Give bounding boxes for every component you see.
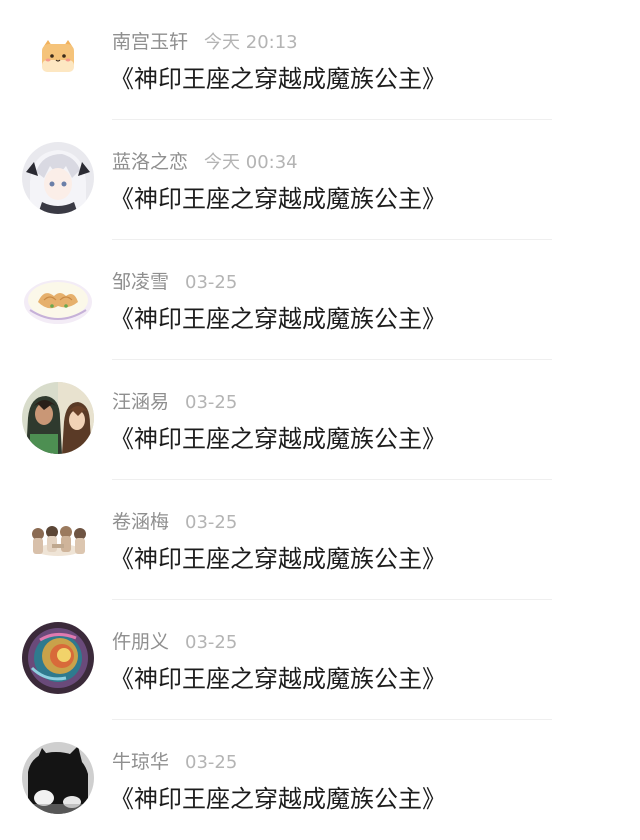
anime-girl-icon bbox=[22, 142, 94, 214]
message-list: 南宫玉轩 今天 20:13 《神印王座之穿越成魔族公主》 蓝洛之恋 今天 00:34… bbox=[0, 0, 640, 836]
message-item[interactable]: 南宫玉轩 今天 20:13 《神印王座之穿越成魔族公主》 bbox=[0, 0, 640, 120]
avatar[interactable] bbox=[22, 382, 94, 454]
avatar[interactable] bbox=[22, 262, 94, 334]
sender-name[interactable]: 蓝洛之恋 bbox=[112, 151, 188, 173]
cat-cartoon-icon bbox=[22, 22, 94, 94]
sender-name[interactable]: 汪涵易 bbox=[112, 391, 169, 413]
avatar[interactable] bbox=[22, 22, 94, 94]
tea-party-sketch-icon bbox=[22, 502, 94, 574]
message-meta: 仵朋义 03-25 bbox=[112, 626, 237, 658]
message-time: 03-25 bbox=[185, 752, 238, 773]
message-time: 03-25 bbox=[185, 272, 238, 293]
colorful-swirl-icon bbox=[22, 622, 94, 694]
message-item[interactable]: 仵朋义 03-25 《神印王座之穿越成魔族公主》 bbox=[0, 600, 640, 720]
message-text: 《神印王座之穿越成魔族公主》 bbox=[110, 425, 446, 453]
message-item[interactable]: 汪涵易 03-25 《神印王座之穿越成魔族公主》 bbox=[0, 360, 640, 480]
sender-name[interactable]: 仵朋义 bbox=[112, 631, 169, 653]
sender-name[interactable]: 卷涵梅 bbox=[112, 511, 169, 533]
message-time: 03-25 bbox=[185, 392, 238, 413]
sender-name[interactable]: 邹凌雪 bbox=[112, 271, 169, 293]
message-text: 《神印王座之穿越成魔族公主》 bbox=[110, 545, 446, 573]
sender-name[interactable]: 南宫玉轩 bbox=[112, 31, 188, 53]
message-text: 《神印王座之穿越成魔族公主》 bbox=[110, 785, 446, 813]
black-cat-icon bbox=[22, 742, 94, 814]
anime-duo-icon bbox=[22, 382, 94, 454]
message-item[interactable]: 邹凌雪 03-25 《神印王座之穿越成魔族公主》 bbox=[0, 240, 640, 360]
sender-name[interactable]: 牛琼华 bbox=[112, 751, 169, 773]
message-text: 《神印王座之穿越成魔族公主》 bbox=[110, 665, 446, 693]
avatar[interactable] bbox=[22, 742, 94, 814]
dumpling-plate-icon bbox=[22, 262, 94, 334]
avatar[interactable] bbox=[22, 622, 94, 694]
message-meta: 牛琼华 03-25 bbox=[112, 746, 237, 778]
message-meta: 南宫玉轩 今天 20:13 bbox=[112, 26, 298, 58]
message-text: 《神印王座之穿越成魔族公主》 bbox=[110, 65, 446, 93]
message-meta: 邹凌雪 03-25 bbox=[112, 266, 237, 298]
message-time: 03-25 bbox=[185, 632, 238, 653]
message-time: 今天 00:34 bbox=[204, 152, 298, 173]
message-text: 《神印王座之穿越成魔族公主》 bbox=[110, 185, 446, 213]
avatar[interactable] bbox=[22, 142, 94, 214]
message-meta: 蓝洛之恋 今天 00:34 bbox=[112, 146, 298, 178]
message-item[interactable]: 蓝洛之恋 今天 00:34 《神印王座之穿越成魔族公主》 bbox=[0, 120, 640, 240]
message-meta: 汪涵易 03-25 bbox=[112, 386, 237, 418]
message-meta: 卷涵梅 03-25 bbox=[112, 506, 237, 538]
message-time: 今天 20:13 bbox=[204, 32, 298, 53]
message-item[interactable]: 卷涵梅 03-25 《神印王座之穿越成魔族公主》 bbox=[0, 480, 640, 600]
message-time: 03-25 bbox=[185, 512, 238, 533]
message-text: 《神印王座之穿越成魔族公主》 bbox=[110, 305, 446, 333]
avatar[interactable] bbox=[22, 502, 94, 574]
message-item[interactable]: 牛琼华 03-25 《神印王座之穿越成魔族公主》 bbox=[0, 720, 640, 840]
